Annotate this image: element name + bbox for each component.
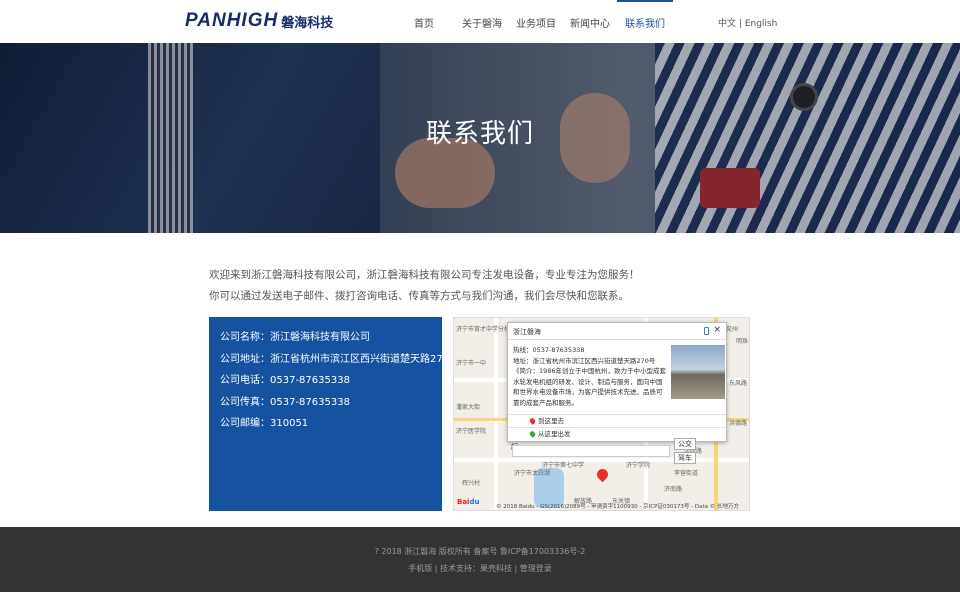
company-name: 公司名称：浙江磐海科技有限公司 xyxy=(220,332,370,343)
map-label: 东风路 xyxy=(729,380,748,387)
company-phone: 公司电话：0537-87635338 xyxy=(220,375,350,386)
contact-info-box: 公司名称：浙江磐海科技有限公司 公司地址：浙江省杭州市滨江区西兴街道楚天路270… xyxy=(209,317,460,511)
footer-copyright: ? 2018 浙江磐海 版权所有 备案号 鲁ICP备17003336号-2 xyxy=(374,547,586,556)
company-postcode: 公司邮编：310051 xyxy=(220,418,309,429)
nav-item-news[interactable]: 新闻中心 xyxy=(563,0,617,43)
map-label: 辉兴村 xyxy=(462,480,481,487)
nav-item-home[interactable]: 首页 xyxy=(400,0,455,43)
map-label: 明珠 xyxy=(736,338,749,345)
map-info-window: 浙江磐海 × 热线：0537-87635338 地址：浙江省杭州市滨江区西兴街道… xyxy=(507,322,727,442)
map-label: 济宁学院 xyxy=(626,462,651,469)
map-label: 济宁市一中 xyxy=(456,360,487,367)
logo-cn-text: 磐海科技 xyxy=(281,15,334,31)
intro-line-2: 你可以通过发送电子邮件、拨打咨询电话、传真等方式与我们沟通，我们会尽快和您联系。 xyxy=(209,290,629,302)
lang-en-link[interactable]: English xyxy=(745,19,778,29)
page-title: 联系我们 xyxy=(425,119,534,149)
logo-latin-text: PANHIGH xyxy=(185,10,279,31)
intro-line-1: 欢迎来到浙江磐海科技有限公司，浙江磐海科技有限公司专注发电设备，专业专注为您服务… xyxy=(209,269,640,281)
info-window-title: 浙江磐海 xyxy=(513,328,541,336)
map-label: 洪德路 xyxy=(729,420,748,427)
nav-item-contact[interactable]: 联系我们 xyxy=(617,0,673,43)
language-switch: 中文 | English xyxy=(718,16,777,29)
map-label: 济宁医学院 xyxy=(456,428,487,435)
red-pin-icon xyxy=(528,417,537,425)
map-label: 潘家大街 xyxy=(456,404,481,411)
map-road xyxy=(454,458,749,462)
baidu-logo[interactable]: Baidu xyxy=(457,498,479,506)
company-building-image xyxy=(671,345,725,399)
footer-separator: | xyxy=(434,564,438,573)
page-banner: 联系我们 xyxy=(0,43,960,233)
map-label: 济宁市育才中学分校 xyxy=(456,326,511,333)
route-from-here-label: 从这里出发 xyxy=(538,430,571,438)
tech-support-link[interactable]: 技术支持：果壳科技 xyxy=(440,564,512,573)
route-to-here-label: 到这里去 xyxy=(538,417,564,425)
company-fax: 公司传真：0537-87635338 xyxy=(220,396,350,408)
mobile-link[interactable]: 手机版 xyxy=(408,564,432,573)
nav-item-business[interactable]: 业务项目 xyxy=(509,0,563,43)
route-to-here[interactable]: 到这里去 xyxy=(508,414,726,427)
transit-button[interactable]: 公交 xyxy=(674,438,696,450)
map-copyright: © 2018 Baidu - GS(2016)2089号 - 甲测资字11009… xyxy=(496,504,740,510)
map-label: 济南路 xyxy=(664,486,683,493)
nav-item-about[interactable]: 关于磐海 xyxy=(455,0,509,43)
map-label: 济宁市太白湖 xyxy=(514,470,551,477)
map-label: 李营街道 xyxy=(674,470,699,477)
site-footer: ? 2018 浙江磐海 版权所有 备案号 鲁ICP备17003336号-2 手机… xyxy=(0,527,960,592)
intro-text: 欢迎来到浙江磐海科技有限公司，浙江磐海科技有限公司专注发电设备，专业专注为您服务… xyxy=(209,265,640,307)
logo[interactable]: PANHIGH 磐海科技 xyxy=(185,10,334,31)
lang-cn-link[interactable]: 中文 xyxy=(718,19,736,29)
info-window-header: 浙江磐海 × xyxy=(508,323,726,340)
green-pin-icon xyxy=(528,430,537,438)
phone-icon[interactable] xyxy=(704,327,709,335)
close-icon[interactable]: × xyxy=(713,325,721,335)
info-address: 地址：浙江省杭州市滨江区西兴街道楚天路270号 xyxy=(513,356,656,365)
footer-separator: | xyxy=(514,564,518,573)
info-window-text: 热线：0537-87635338 地址：浙江省杭州市滨江区西兴街道楚天路270号… xyxy=(513,345,668,408)
lang-separator: | xyxy=(738,19,742,29)
info-intro: 《简介：1986年创立于中国杭州，致力于中小型成套水轮发电机组的研发、设计、制造… xyxy=(513,367,667,407)
admin-login-link[interactable]: 管理登录 xyxy=(520,564,552,573)
drive-button[interactable]: 驾车 xyxy=(674,452,696,464)
footer-links: 手机版 | 技术支持：果壳科技 | 管理登录 xyxy=(0,563,960,574)
baidu-map[interactable]: 济宁市育才中学分校 济宁市一中 潘家大街 济宁医学院 济宁市第七中学 济宁市太白… xyxy=(453,317,750,511)
location-marker-icon[interactable] xyxy=(594,466,611,483)
info-hotline: 热线：0537-87635338 xyxy=(513,346,585,354)
company-address: 公司地址：浙江省杭州市滨江区西兴街道楚天路270号 xyxy=(220,353,460,365)
main-nav: 首页 关于磐海 业务项目 新闻中心 联系我们 xyxy=(400,0,673,43)
site-header: PANHIGH 磐海科技 首页 关于磐海 业务项目 新闻中心 联系我们 中文 |… xyxy=(0,0,960,43)
route-start-input[interactable] xyxy=(512,445,670,457)
map-label: 兖州 xyxy=(726,326,739,333)
map-road xyxy=(494,318,498,510)
